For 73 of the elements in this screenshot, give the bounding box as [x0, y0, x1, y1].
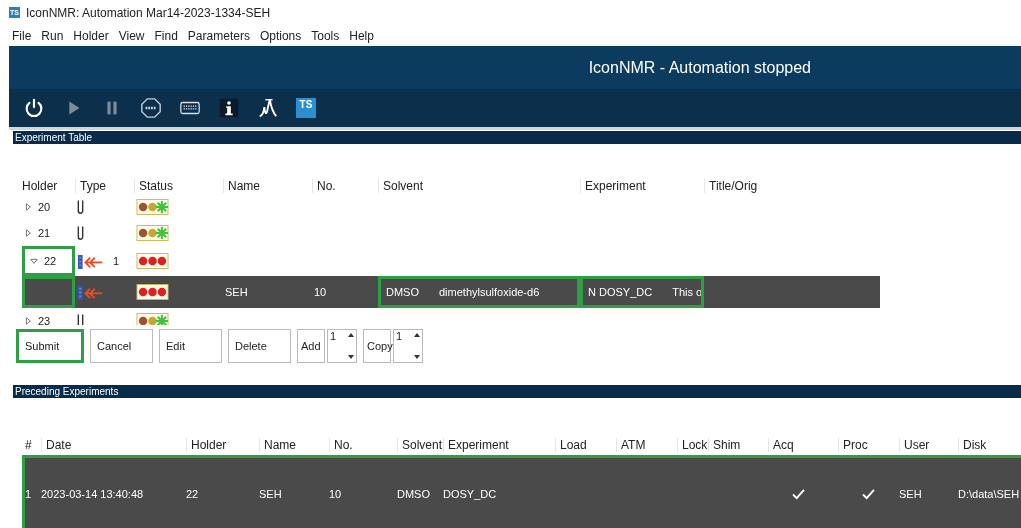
section-header: Experiment Table — [13, 131, 1021, 144]
menu-item[interactable]: Parameters — [187, 28, 250, 43]
info-icon[interactable] — [218, 97, 240, 119]
table-cell: 2023-03-14 13:40:48 — [41, 488, 144, 500]
holder-number: 21 — [38, 227, 51, 239]
stop-sign-icon[interactable] — [140, 97, 162, 119]
column-header[interactable]: Solvent — [378, 179, 580, 193]
column-header[interactable]: User — [899, 438, 958, 452]
table-cell: 10 — [314, 286, 327, 298]
action-button[interactable]: Add — [297, 329, 325, 363]
column-header[interactable]: Experiment — [443, 438, 555, 452]
table-cell: DMSO — [386, 286, 419, 298]
action-button[interactable]: Edit — [159, 329, 222, 363]
column-header[interactable]: Shim — [708, 438, 768, 452]
column-header[interactable]: ATM — [616, 438, 677, 452]
menu-item[interactable]: Run — [41, 28, 64, 43]
table-cell: SEH — [225, 286, 248, 298]
column-header[interactable]: Date — [41, 438, 186, 452]
column-header[interactable]: Holder — [22, 179, 75, 193]
table-cell: dimethylsulfoxide-d6 — [439, 286, 540, 298]
menu-item[interactable]: Tools — [311, 28, 340, 43]
status-title: IconNMR - Automation stopped — [588, 58, 811, 77]
column-header[interactable]: Disk — [958, 438, 1019, 452]
spin-field[interactable]: 1 — [393, 329, 423, 363]
column-header[interactable]: No. — [312, 179, 378, 193]
table-cell: 10 — [329, 488, 342, 500]
menu-item[interactable]: View — [118, 28, 145, 43]
expand-icon[interactable] — [24, 229, 32, 237]
table-cell: N DOSY_DC — [588, 286, 653, 298]
column-header[interactable]: Holder — [186, 438, 259, 452]
menu-item[interactable]: Find — [154, 28, 178, 43]
menu-item[interactable]: Options — [259, 28, 302, 43]
window-title: IconNMR: Automation Mar14-2023-1334-SEH — [25, 5, 271, 20]
column-header[interactable]: Type — [75, 179, 134, 193]
table-cell: 22 — [186, 488, 199, 500]
table-cell: DOSY_DC — [443, 488, 497, 500]
action-button[interactable]: Cancel — [90, 329, 153, 363]
column-header[interactable]: Solvent — [397, 438, 443, 452]
table-cell: DMSO — [397, 488, 430, 500]
power-icon[interactable] — [23, 97, 45, 119]
column-header[interactable]: Experiment — [580, 179, 704, 193]
column-header[interactable]: Name — [259, 438, 329, 452]
column-header[interactable]: # — [25, 438, 41, 452]
expand-icon[interactable] — [24, 203, 32, 211]
action-button[interactable]: Copy — [363, 329, 391, 363]
menu-item[interactable]: Help — [349, 28, 374, 43]
history-row[interactable]: 1 2023-03-14 13:40:48 22 SEH 10 DMSO DOSY_DC SEH D:\data\SEH — [22, 455, 1021, 528]
column-header[interactable]: No. — [329, 438, 397, 452]
expand-icon[interactable] — [24, 317, 32, 325]
action-button[interactable]: Delete — [228, 329, 291, 363]
spectrum-icon[interactable] — [257, 97, 279, 119]
experiment-count: 1 — [113, 255, 120, 267]
column-header[interactable]: Lock — [677, 438, 708, 452]
table-cell: SEH — [259, 488, 282, 500]
holder-number: 22 — [44, 255, 57, 267]
column-header[interactable]: Status — [134, 179, 223, 193]
app-logo-icon[interactable]: TS — [296, 98, 316, 118]
holder-number: 23 — [38, 315, 51, 325]
column-header[interactable]: Acq — [768, 438, 838, 452]
section-header: Preceding Experiments — [13, 385, 1021, 398]
column-header[interactable]: Load — [555, 438, 616, 452]
column-header[interactable]: Proc — [838, 438, 899, 452]
menu-item[interactable]: Holder — [73, 28, 109, 43]
menu-item[interactable]: File — [12, 28, 32, 43]
action-button[interactable]: Submit — [16, 329, 84, 363]
table-cell: D:\data\SEH — [958, 488, 1020, 500]
column-header[interactable]: Title/Orig — [704, 179, 880, 193]
column-header[interactable]: Name — [223, 179, 312, 193]
collapse-icon[interactable] — [30, 257, 38, 265]
spin-field[interactable]: 1 — [327, 329, 357, 363]
table-cell: SEH — [899, 488, 922, 500]
table-cell: 1 — [25, 488, 32, 500]
holder-number: 20 — [38, 201, 51, 213]
